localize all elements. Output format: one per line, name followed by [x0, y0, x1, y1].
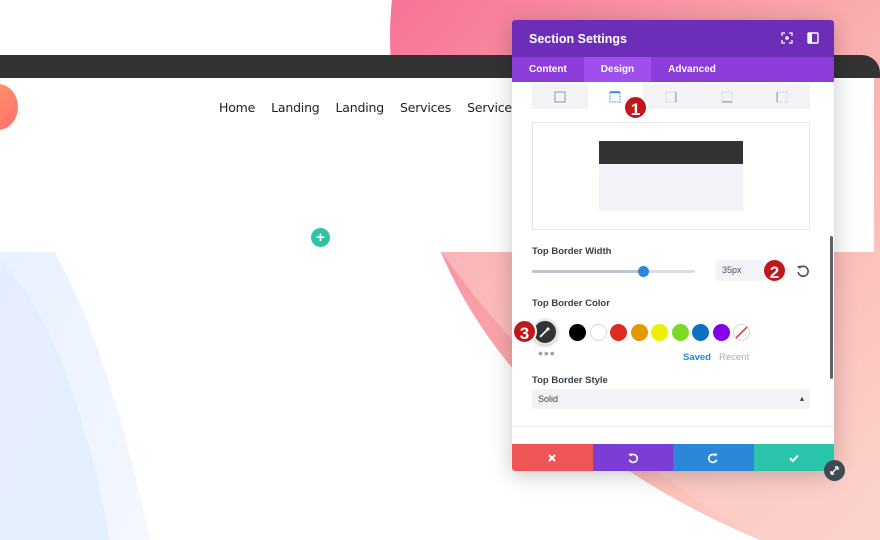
save-button[interactable]: [753, 444, 834, 471]
color-swatch[interactable]: [671, 324, 689, 341]
border-side-tabs: [532, 84, 810, 109]
sidebar-toggle-icon[interactable]: [807, 32, 819, 44]
nav-item-landing-2[interactable]: Landing: [336, 100, 385, 115]
reset-icon[interactable]: [796, 264, 810, 278]
top-border-style-select[interactable]: Solid ▴: [532, 389, 810, 409]
resize-arrows-icon: [830, 466, 839, 475]
redo-button[interactable]: [673, 444, 754, 471]
undo-icon: [627, 452, 638, 463]
saved-colors-tab[interactable]: Saved: [683, 352, 711, 363]
section-settings-modal: Section Settings Content Design Advanced: [512, 20, 834, 471]
color-swatch[interactable]: [569, 324, 586, 341]
border-all-icon: [554, 90, 566, 103]
redo-icon: [708, 452, 719, 463]
step-marker-2: 2: [762, 258, 787, 283]
resize-handle[interactable]: [824, 460, 845, 481]
border-left-tab[interactable]: [754, 84, 810, 109]
more-colors-icon[interactable]: •••: [538, 346, 556, 360]
border-all-tab[interactable]: [532, 84, 588, 109]
nav-item-service[interactable]: Service: [467, 100, 512, 115]
modal-header: Section Settings: [512, 20, 834, 57]
border-preview: [532, 122, 810, 230]
border-left-icon: [776, 91, 788, 102]
border-preview-box: [599, 141, 743, 211]
border-right-icon: [665, 91, 677, 102]
select-arrows-icon: ▴: [799, 394, 804, 403]
color-swatch[interactable]: [610, 324, 627, 341]
settings-tabs: Content Design Advanced: [512, 57, 834, 82]
border-right-tab[interactable]: [643, 84, 699, 109]
recent-colors-tab[interactable]: Recent: [719, 352, 749, 363]
border-preview-top-border: [599, 141, 743, 164]
color-swatch[interactable]: [630, 324, 648, 341]
eyedropper-icon: [539, 327, 550, 338]
check-icon: [789, 454, 799, 462]
color-swatch[interactable]: [692, 324, 709, 341]
nav-item-landing[interactable]: Landing: [271, 100, 320, 115]
nav-item-services[interactable]: Services: [400, 100, 451, 115]
top-border-style-value: Solid: [538, 394, 559, 404]
target-icon[interactable]: [781, 32, 793, 44]
color-swatch[interactable]: [651, 324, 668, 341]
top-border-width-label: Top Border Width: [532, 246, 612, 257]
top-border-color-label: Top Border Color: [532, 298, 610, 309]
color-swatch[interactable]: [589, 324, 607, 341]
border-top-icon: [609, 90, 621, 102]
tab-advanced[interactable]: Advanced: [651, 57, 733, 82]
tab-content[interactable]: Content: [512, 57, 584, 82]
no-color-swatch[interactable]: [733, 324, 750, 341]
undo-button[interactable]: [592, 444, 673, 471]
step-marker-1: 1: [623, 95, 648, 120]
border-bottom-icon: [721, 91, 733, 103]
border-bottom-tab[interactable]: [699, 84, 755, 109]
color-swatch[interactable]: [712, 324, 730, 341]
modal-footer: [512, 444, 834, 471]
modal-scrollbar[interactable]: [830, 236, 833, 379]
slider-thumb[interactable]: [637, 266, 649, 277]
main-navigation: Home Landing Landing Services Service G: [219, 100, 553, 115]
nav-item-home[interactable]: Home: [219, 100, 255, 115]
top-border-width-input[interactable]: 35px: [715, 260, 765, 281]
step-marker-3: 3: [512, 319, 537, 344]
top-border-style-label: Top Border Style: [532, 375, 608, 386]
cancel-button[interactable]: [512, 444, 593, 471]
add-section-button[interactable]: +: [311, 228, 330, 247]
top-border-width-slider[interactable]: [532, 266, 695, 277]
tab-design[interactable]: Design: [583, 57, 652, 82]
close-icon: [548, 453, 556, 462]
modal-title: Section Settings: [529, 31, 627, 46]
settings-body: Top Border Width 35px Top Border Color •…: [512, 82, 834, 444]
section-divider: [512, 426, 834, 427]
slider-fill: [532, 270, 643, 273]
